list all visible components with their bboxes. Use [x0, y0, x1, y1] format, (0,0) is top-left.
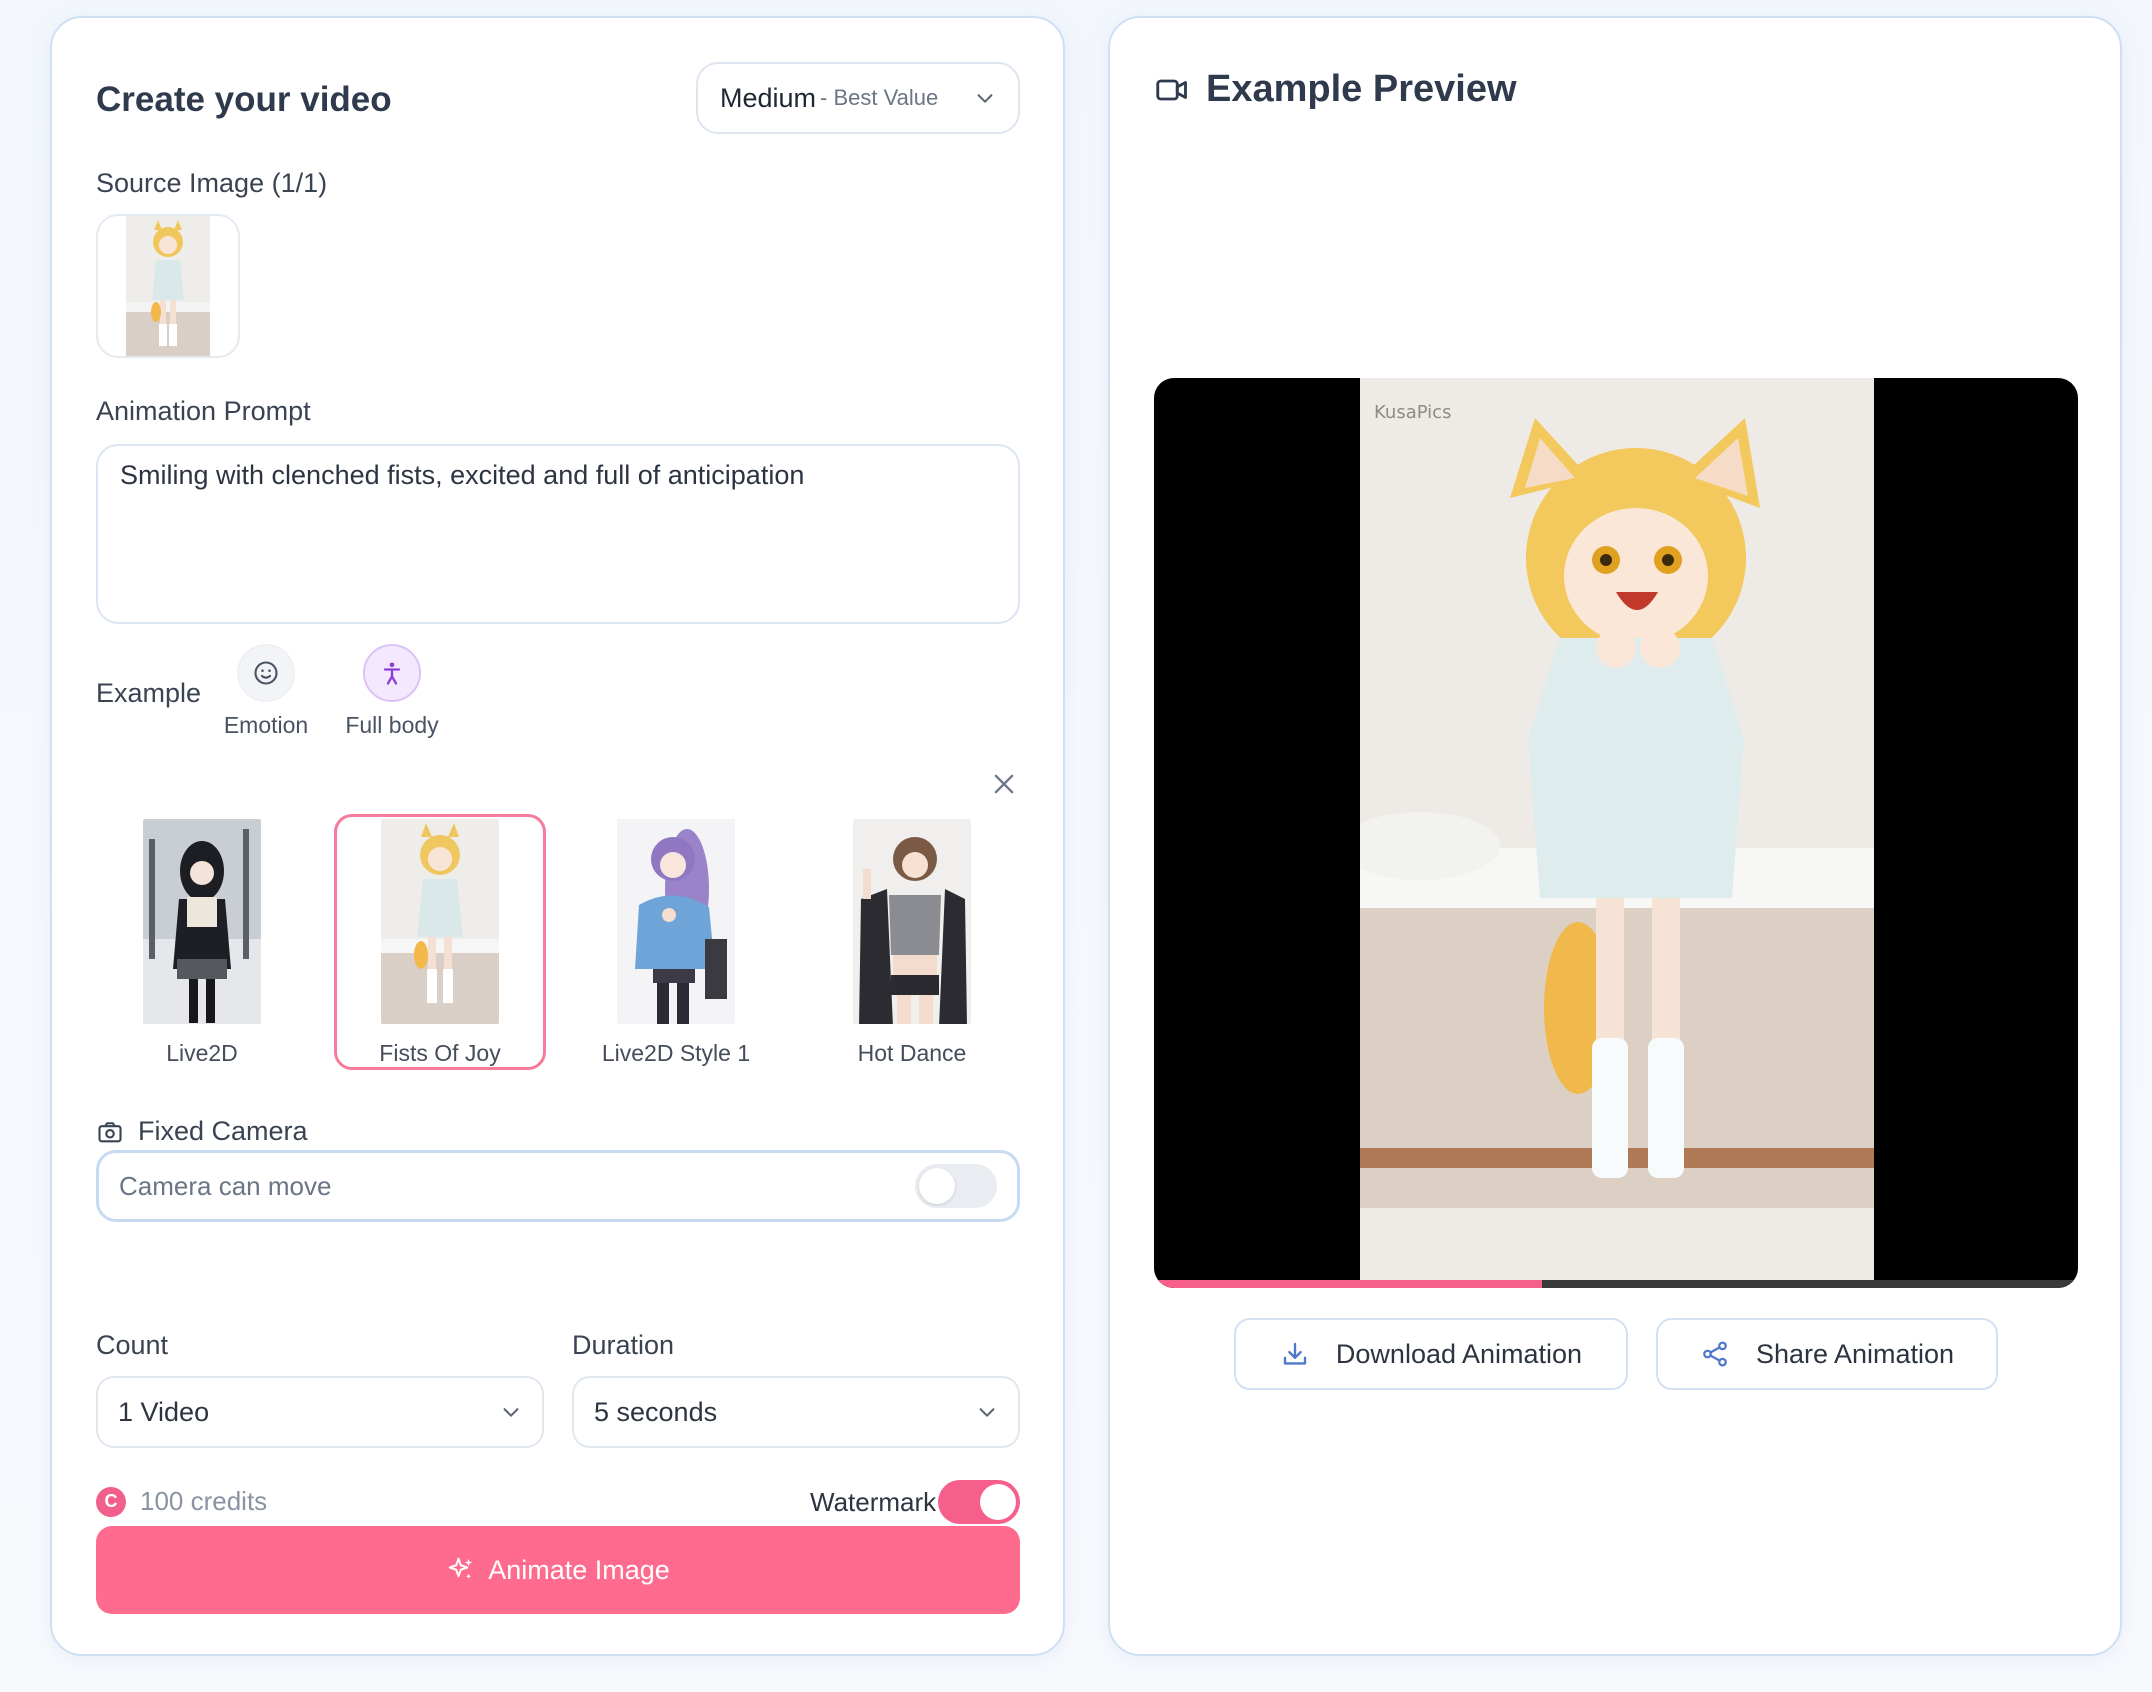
style-label: Fists Of Joy [379, 1040, 501, 1066]
create-video-panel: Create your video Medium - Best Value So… [50, 16, 1065, 1656]
count-select[interactable]: 1 Video [96, 1376, 544, 1448]
camera-movement-text: Camera can move [119, 1170, 332, 1201]
animation-prompt-label: Animation Prompt [96, 396, 311, 426]
close-icon[interactable] [990, 770, 1018, 798]
animate-image-button[interactable]: Animate Image [96, 1526, 1020, 1614]
style-label: Live2D [166, 1040, 238, 1066]
preview-video-player[interactable]: KusaPics [1154, 378, 2078, 1288]
smile-icon [237, 644, 295, 702]
example-emotion-label: Emotion [223, 712, 309, 738]
quality-value: Medium [720, 82, 817, 113]
fixed-camera-toggle[interactable] [915, 1164, 997, 1208]
share-animation-button[interactable]: Share Animation [1656, 1318, 1998, 1390]
credit-coin-icon: C [96, 1486, 126, 1517]
credits-amount: 100 credits [140, 1486, 268, 1516]
style-thumbnail [617, 819, 735, 1024]
credits-info: C 100 credits [96, 1486, 267, 1517]
style-thumbnail [853, 819, 971, 1024]
video-progress-fill [1154, 1280, 1543, 1288]
style-thumbnail [143, 819, 261, 1024]
chevron-down-icon [977, 94, 993, 103]
count-label: Count [96, 1330, 169, 1360]
watermark-control: Watermark [810, 1480, 1021, 1524]
sparkles-icon [448, 1557, 473, 1579]
preview-title: Example Preview [1206, 68, 1517, 110]
style-card-live2d-style-1[interactable]: Live2D Style 1 [570, 814, 782, 1070]
count-value: 1 Video [118, 1396, 210, 1427]
watermark-toggle[interactable] [938, 1480, 1021, 1524]
style-card-hot-dance[interactable]: Hot Dance [806, 814, 1018, 1070]
style-card-live2d[interactable]: Live2D [96, 814, 308, 1070]
watermark-label: Watermark [810, 1486, 937, 1517]
camera-icon [98, 1121, 122, 1142]
example-emotion-button[interactable]: Emotion [216, 644, 316, 739]
example-preview-panel: Example Preview KusaPics Download Animat… [1108, 16, 2122, 1656]
source-image-label: Source Image (1/1) [96, 168, 328, 198]
chevron-down-icon [979, 1408, 995, 1417]
fixed-camera-label: Fixed Camera [138, 1116, 308, 1146]
preview-header: Example Preview [1154, 68, 1517, 111]
animate-image-label: Animate Image [488, 1554, 670, 1585]
chevron-down-icon [503, 1408, 519, 1417]
quality-subtitle: - Best Value [820, 85, 939, 110]
video-progress-bar[interactable] [1154, 1280, 2078, 1288]
share-animation-label: Share Animation [1755, 1338, 1955, 1369]
svg-text:KusaPics: KusaPics [1374, 402, 1451, 423]
toggle-knob [919, 1168, 955, 1204]
toggle-knob [980, 1484, 1017, 1520]
duration-value: 5 seconds [594, 1396, 718, 1427]
source-image-thumbnail[interactable] [96, 214, 240, 358]
quality-select[interactable]: Medium - Best Value [696, 62, 1020, 134]
download-animation-button[interactable]: Download Animation [1234, 1318, 1628, 1390]
video-camera-icon [1156, 79, 1187, 100]
duration-select[interactable]: 5 seconds [572, 1376, 1020, 1448]
panel-title: Create your video [96, 80, 392, 119]
fixed-camera-header: Fixed Camera [96, 1116, 308, 1147]
preview-video-frame: KusaPics [1360, 378, 1874, 1288]
style-thumbnail [381, 819, 499, 1024]
example-fullbody-button[interactable]: Full body [332, 644, 452, 739]
animation-prompt-input[interactable]: Smiling with clenched fists, excited and… [96, 444, 1020, 624]
style-card-fists-of-joy[interactable]: Fists Of Joy [334, 814, 546, 1070]
source-image [126, 216, 210, 356]
duration-label: Duration [572, 1330, 675, 1360]
download-animation-label: Download Animation [1335, 1338, 1583, 1369]
share-icon [1703, 1341, 1727, 1367]
style-label: Hot Dance [857, 1040, 967, 1066]
person-icon [363, 644, 421, 702]
example-label: Example [96, 678, 202, 708]
style-label: Live2D Style 1 [601, 1040, 751, 1066]
camera-movement-field[interactable]: Camera can move [96, 1150, 1020, 1222]
example-fullbody-label: Full body [345, 712, 439, 738]
download-icon [1283, 1342, 1307, 1365]
